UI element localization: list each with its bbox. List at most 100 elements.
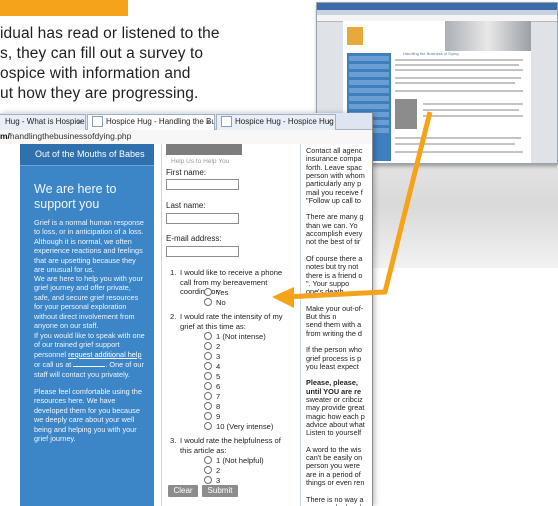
thumbnail-title: Handling the Business of Dying: [403, 51, 459, 56]
sidebar-heading: We are here to support you: [34, 182, 117, 211]
browser-tab[interactable]: Hug - What is Hospice Hug ×: [0, 114, 86, 130]
radio-option[interactable]: No: [204, 298, 226, 308]
thumbnail-text-line: [395, 59, 523, 61]
article-line: from writing the d: [306, 328, 362, 338]
radio-icon: [204, 382, 212, 390]
question-1: 1. I would like to receive a phone call f…: [170, 268, 283, 297]
page-icon: [92, 116, 103, 128]
radio-icon: [204, 456, 212, 464]
radio-icon: [204, 466, 212, 474]
radio-option[interactable]: 2: [204, 466, 220, 476]
phone-blank: [73, 359, 90, 368]
submit-button[interactable]: Submit: [202, 485, 238, 497]
radio-icon: [204, 476, 212, 484]
article-line: Listen to yourself: [306, 428, 362, 438]
radio-option[interactable]: 4: [204, 362, 220, 372]
article-line: one's death.: [306, 287, 346, 297]
survey-form: Help Us to Help You First name: Last nam…: [161, 144, 301, 506]
browser-tab[interactable]: Hospice Hug - Hospice Hug ×: [216, 114, 336, 130]
caption-line: ut how they are progressing.: [0, 85, 199, 102]
web-page: Out of the Mouths of Babes We are here t…: [0, 144, 372, 506]
radio-option[interactable]: 1 (Not helpful): [204, 456, 264, 466]
email-label: E-mail address:: [166, 234, 222, 243]
sidebar-nav-item[interactable]: Out of the Mouths of Babes: [20, 144, 154, 166]
radio-option[interactable]: 10 (Very intense): [204, 422, 273, 432]
email-field[interactable]: [166, 246, 239, 257]
slide-caption: idual has read or listened to the s, the…: [0, 24, 300, 104]
request-help-link[interactable]: request additional help: [68, 350, 141, 359]
first-name-label: First name:: [166, 168, 207, 177]
sidebar-paragraph: Grief is a normal human response to loss…: [34, 218, 144, 275]
page-icon: [221, 116, 232, 128]
radio-option[interactable]: 9: [204, 412, 220, 422]
radio-icon: [204, 342, 212, 350]
question-3: 3. I would rate the helpfulness of this a…: [170, 436, 281, 455]
thumbnail-text-line: [395, 151, 523, 153]
radio-icon: [204, 362, 212, 370]
radio-icon: [204, 402, 212, 410]
sidebar-paragraph: We are here to help you with your grief …: [34, 274, 143, 331]
slide-orange-bar: [0, 0, 128, 16]
thumbnail-photo: [395, 99, 417, 129]
radio-option[interactable]: 1 (Not intense): [204, 332, 266, 342]
thumbnail-text-line: [395, 69, 523, 71]
clear-button[interactable]: Clear: [168, 485, 198, 497]
browser-tabstrip: Hug - What is Hospice Hug × Hospice Hug …: [0, 113, 372, 130]
article-line: "Follow up call to: [306, 195, 361, 205]
url-text: m/handlingthebusinessofdying.php: [0, 131, 132, 141]
article-line: not the best of tir: [306, 237, 361, 247]
last-name-label: Last name:: [166, 201, 206, 210]
thumbnail-text-line: [395, 143, 515, 145]
sidebar: Out of the Mouths of Babes We are here t…: [20, 144, 154, 506]
thumbnail-hero-image: [445, 21, 531, 51]
sidebar-paragraph: If you would like to speak with one of o…: [34, 331, 145, 379]
caption-line: s, they can fill out a survey to: [0, 45, 204, 62]
radio-option[interactable]: 7: [204, 392, 220, 402]
close-icon[interactable]: ×: [77, 115, 82, 129]
radio-option[interactable]: 3: [204, 352, 220, 362]
radio-option[interactable]: 6: [204, 382, 220, 392]
thumbnail-text-line: [423, 115, 523, 117]
browser-tab-active[interactable]: Hospice Hug - Handling the Business... ×: [87, 114, 215, 130]
form-help-text: Help Us to Help You: [171, 158, 230, 165]
radio-icon: [204, 298, 212, 306]
thumbnail-text-line: [423, 103, 523, 105]
tab-label: Hospice Hug - Hospice Hug: [235, 117, 334, 126]
thumbnail-text-line: [423, 109, 519, 111]
radio-icon: [204, 372, 212, 380]
thumbnail-text-line: [395, 82, 515, 84]
radio-icon: [204, 352, 212, 360]
radio-icon: [204, 332, 212, 340]
tab-label: Hug - What is Hospice Hug: [5, 117, 85, 126]
radio-option[interactable]: 2: [204, 342, 220, 352]
close-icon[interactable]: ×: [327, 115, 332, 129]
article-text: Contact all agenc insurance compa forth. L…: [304, 144, 372, 506]
close-icon[interactable]: ×: [206, 115, 211, 129]
article-line: you least expect: [306, 361, 359, 371]
tab-label: Hospice Hug - Handling the Business...: [106, 117, 215, 126]
caption-line: idual has read or listened to the: [0, 25, 220, 42]
radio-option[interactable]: Yes: [204, 288, 228, 298]
question-2: 2. I would rate the intensity of my grief…: [170, 312, 283, 331]
form-header-bar: [166, 144, 242, 155]
first-name-field[interactable]: [166, 179, 239, 190]
phone-blank: [89, 359, 106, 368]
last-name-field[interactable]: [166, 213, 239, 224]
radio-option[interactable]: 8: [204, 402, 220, 412]
thumbnail-text-line: [395, 77, 521, 79]
thumbnail-titlebar: [317, 3, 557, 10]
thumbnail-text-line: [395, 64, 519, 66]
radio-icon: [204, 412, 212, 420]
browser-window: Hug - What is Hospice Hug × Hospice Hug …: [0, 113, 373, 506]
sidebar-paragraph: Please feel comfortable using the resour…: [34, 387, 142, 444]
radio-icon: [204, 422, 212, 430]
thumbnail-logo: [347, 27, 363, 45]
caption-line: ospice with information and: [0, 65, 191, 82]
radio-icon: [204, 392, 212, 400]
address-bar[interactable]: m/handlingthebusinessofdying.php: [0, 130, 372, 145]
article-line: things or even ren: [306, 478, 365, 487]
radio-icon: [204, 288, 212, 296]
thumbnail-text-line: [395, 137, 521, 139]
thumbnail-text-line: [395, 90, 523, 92]
radio-option[interactable]: 5: [204, 372, 220, 382]
